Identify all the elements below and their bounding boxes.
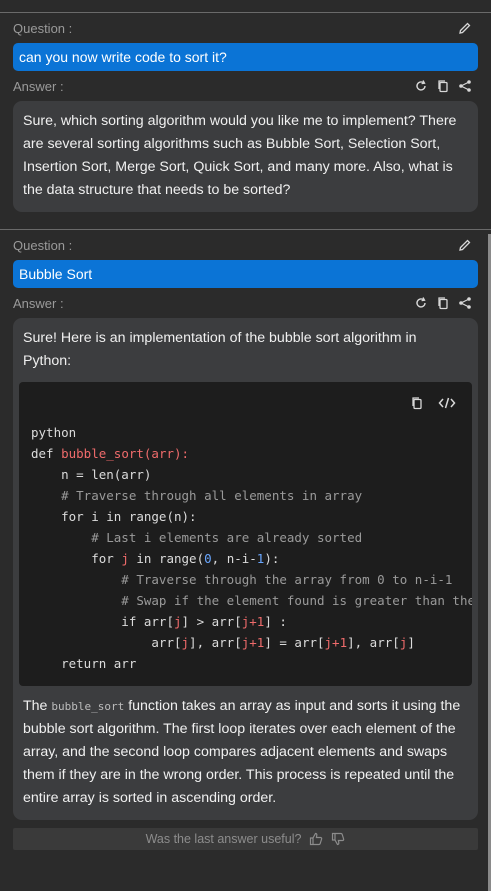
answer-text: Sure, which sorting algorithm would you …	[23, 113, 457, 198]
refresh-icon[interactable]	[414, 296, 428, 310]
question-text: can you now write code to sort it?	[13, 43, 478, 71]
code-line: def bubble_sort(arr):	[31, 446, 190, 461]
code-toolbar	[19, 382, 472, 418]
qa-block-1: Question : can you now write code to sor…	[0, 12, 491, 212]
answer-header: Answer :	[13, 71, 478, 101]
code-line: if arr[j] > arr[j+1] :	[31, 614, 287, 629]
code-content: python def bubble_sort(arr): n = len(arr…	[19, 418, 472, 686]
answer-label: Answer :	[13, 295, 64, 311]
feedback-prompt: Was the last answer useful?	[145, 832, 302, 846]
copy-icon[interactable]	[436, 296, 450, 310]
share-icon[interactable]	[458, 79, 472, 93]
answer-card: Sure, which sorting algorithm would you …	[13, 101, 478, 212]
code-block: python def bubble_sort(arr): n = len(arr…	[19, 382, 472, 686]
answer-label: Answer :	[13, 78, 64, 94]
thumbs-up-icon[interactable]	[309, 832, 323, 846]
question-text: Bubble Sort	[13, 260, 478, 288]
code-line: for i in range(n):	[31, 509, 197, 524]
refresh-icon[interactable]	[414, 79, 428, 93]
share-icon[interactable]	[458, 296, 472, 310]
copy-icon[interactable]	[436, 79, 450, 93]
code-line: python	[31, 425, 77, 440]
copy-icon[interactable]	[410, 396, 424, 410]
code-line: n = len(arr)	[31, 467, 152, 482]
code-line: # Traverse through the array from 0 to n…	[31, 572, 453, 587]
answer-intro: Sure! Here is an implementation of the b…	[23, 330, 417, 369]
code-line: return arr	[31, 656, 137, 671]
thumbs-down-icon[interactable]	[331, 832, 345, 846]
code-line: # Swap if the element found is greater t…	[121, 593, 472, 608]
pencil-icon[interactable]	[458, 238, 472, 252]
code-line: # Last i elements are already sorted	[31, 530, 363, 545]
answer-outro: The bubble_sort function takes an array …	[23, 695, 468, 810]
answer-header: Answer :	[13, 288, 478, 318]
feedback-bar: Was the last answer useful?	[13, 828, 478, 850]
question-header: Question :	[13, 13, 478, 43]
code-line: for j in range(0, n-i-1):	[31, 551, 280, 566]
code-icon[interactable]	[438, 396, 456, 410]
answer-outro-prefix: The	[23, 698, 52, 714]
answer-card: Sure! Here is an implementation of the b…	[13, 318, 478, 820]
inline-code: bubble_sort	[51, 700, 125, 713]
question-header: Question :	[13, 230, 478, 260]
code-line: # Traverse through all elements in array	[31, 488, 363, 503]
answer-outro-suffix: function takes an array as input and sor…	[23, 698, 461, 806]
code-line: arr[j], arr[j+1] = arr[j+1], arr[j]	[31, 635, 415, 650]
pencil-icon[interactable]	[458, 21, 472, 35]
question-label: Question :	[13, 237, 73, 253]
question-label: Question :	[13, 20, 73, 36]
qa-block-2: Question : Bubble Sort Answer : Sure! He…	[0, 229, 491, 850]
